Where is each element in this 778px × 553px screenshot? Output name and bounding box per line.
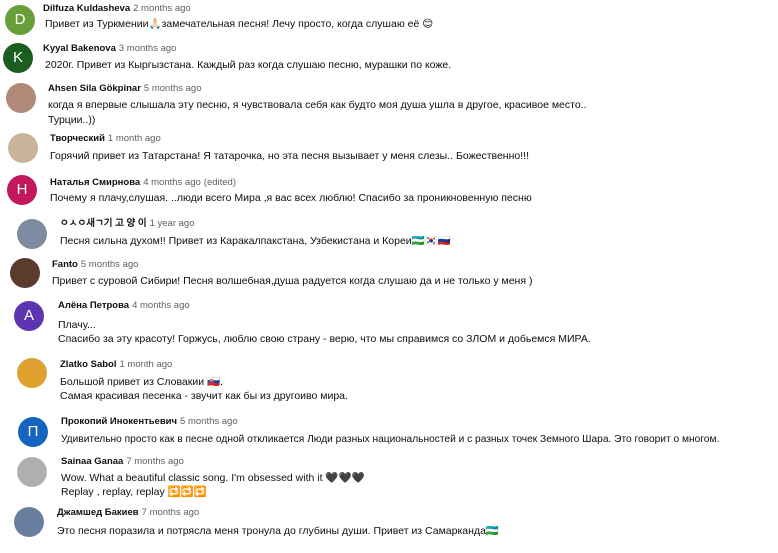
comment-text: Турции..))	[48, 114, 96, 126]
avatar[interactable]: П	[18, 417, 48, 447]
comment-text: Привет с суровой Сибири! Песня волшебная…	[52, 275, 533, 287]
comment-author[interactable]: Zlatko Sabol	[60, 359, 116, 370]
comment-timestamp[interactable]: 5 months ago	[180, 416, 238, 427]
avatar[interactable]	[10, 258, 40, 288]
comment-text: Удивительно просто как в песне одной отк…	[61, 434, 720, 445]
comment-item: Sainaa Ganaa 7 months ago Wow. What a bea…	[0, 455, 778, 505]
comment-item: П Прокопий Инокентьевич 5 months ago Удив…	[0, 411, 778, 455]
comment-author[interactable]: Творческий	[50, 133, 105, 144]
comment-author[interactable]: Kyyal Bakenova	[43, 43, 116, 54]
comment-text: Горячий привет из Татарстана! Я татарочк…	[50, 150, 529, 162]
comment-timestamp[interactable]: 7 months ago	[142, 507, 200, 518]
comment-timestamp[interactable]: 7 months ago	[126, 456, 184, 467]
comment-item: Джамшед Бакиев 7 months ago Это песня пор…	[0, 505, 778, 553]
comment-author[interactable]: Dilfuza Kuldasheva	[43, 3, 130, 14]
comment-author[interactable]: ㅇㅅㅇ새ㄱ기 고 양 이	[60, 218, 147, 229]
comment-item: Н Наталья Смирнова 4 months ago (edited) П…	[0, 172, 778, 215]
comment-author[interactable]: Наталья Смирнова	[50, 177, 140, 188]
comment-item: А Алёна Петрова 4 months ago Плачу... Спа…	[0, 295, 778, 353]
comment-item: ㅇㅅㅇ새ㄱ기 고 양 이1 year ago Песня сильна духо…	[0, 215, 778, 255]
comment-timestamp[interactable]: 3 months ago	[119, 43, 177, 54]
comment-timestamp[interactable]: 1 month ago	[119, 359, 172, 370]
comment-text: Самая красивая песенка - звучит как бы и…	[60, 390, 348, 402]
comment-text: Привет из Туркмении🙏🏻замечательная песня…	[45, 18, 434, 30]
edited-label: (edited)	[203, 177, 237, 188]
avatar[interactable]	[8, 133, 38, 163]
avatar[interactable]: D	[5, 5, 35, 35]
comment-timestamp[interactable]: 5 months ago	[144, 83, 202, 94]
comment-text: Песня сильна духом!! Привет из Каракалпа…	[60, 235, 451, 247]
comment-timestamp[interactable]: 2 months ago	[133, 3, 191, 14]
avatar[interactable]	[17, 358, 47, 388]
avatar[interactable]	[6, 83, 36, 113]
comment-author[interactable]: Алёна Петрова	[58, 300, 129, 311]
comment-timestamp[interactable]: 1 month ago	[108, 133, 161, 144]
comment-author[interactable]: Ahsen Sila Gökpinar	[48, 83, 141, 94]
comment-item: D Dilfuza Kuldasheva 2 months ago Привет …	[0, 0, 778, 40]
comment-text: Спасибо за эту красоту! Горжусь, люблю с…	[58, 333, 591, 345]
comment-text: Большой привет из Словакии 🇸🇰.	[60, 376, 224, 388]
avatar[interactable]: А	[14, 301, 44, 331]
comment-author[interactable]: Fanto	[52, 259, 78, 270]
comment-timestamp[interactable]: 4 months ago	[143, 177, 201, 188]
avatar[interactable]	[17, 219, 47, 249]
comment-text: Плачу...	[58, 319, 96, 331]
comment-author[interactable]: Джамшед Бакиев	[57, 507, 139, 518]
comment-timestamp[interactable]: 5 months ago	[81, 259, 139, 270]
comment-timestamp[interactable]: 4 months ago	[132, 300, 190, 311]
comment-timestamp[interactable]: 1 year ago	[150, 218, 195, 229]
comment-item: Творческий 1 month ago Горячий привет из …	[0, 130, 778, 172]
comment-item: K Kyyal Bakenova 3 months ago 2020г. Прив…	[0, 40, 778, 80]
avatar[interactable]: K	[3, 43, 33, 73]
avatar[interactable]	[14, 507, 44, 537]
comment-text: Replay , replay, replay 🔁🔁🔁	[61, 486, 207, 498]
comment-item: Zlatko Sabol 1 month ago Большой привет и…	[0, 353, 778, 411]
comment-text: Wow. What a beautiful classic song. I'm …	[61, 472, 365, 484]
comment-author[interactable]: Прокопий Инокентьевич	[61, 416, 177, 427]
comment-text: Почему я плачу,слушая. ..люди всего Мира…	[50, 192, 532, 204]
comment-text: Это песня поразила и потрясла меня трону…	[57, 525, 499, 537]
comment-text: 2020г. Привет из Кыргызстана. Каждый раз…	[45, 59, 452, 71]
comment-author[interactable]: Sainaa Ganaa	[61, 456, 123, 467]
avatar[interactable]: Н	[7, 175, 37, 205]
comment-text: когда я впервые слышала эту песню, я чув…	[48, 99, 587, 111]
avatar[interactable]	[17, 457, 47, 487]
comment-item: Ahsen Sila Gökpinar 5 months ago когда я …	[0, 80, 778, 130]
comment-item: Fanto 5 months ago Привет с суровой Сибир…	[0, 255, 778, 295]
